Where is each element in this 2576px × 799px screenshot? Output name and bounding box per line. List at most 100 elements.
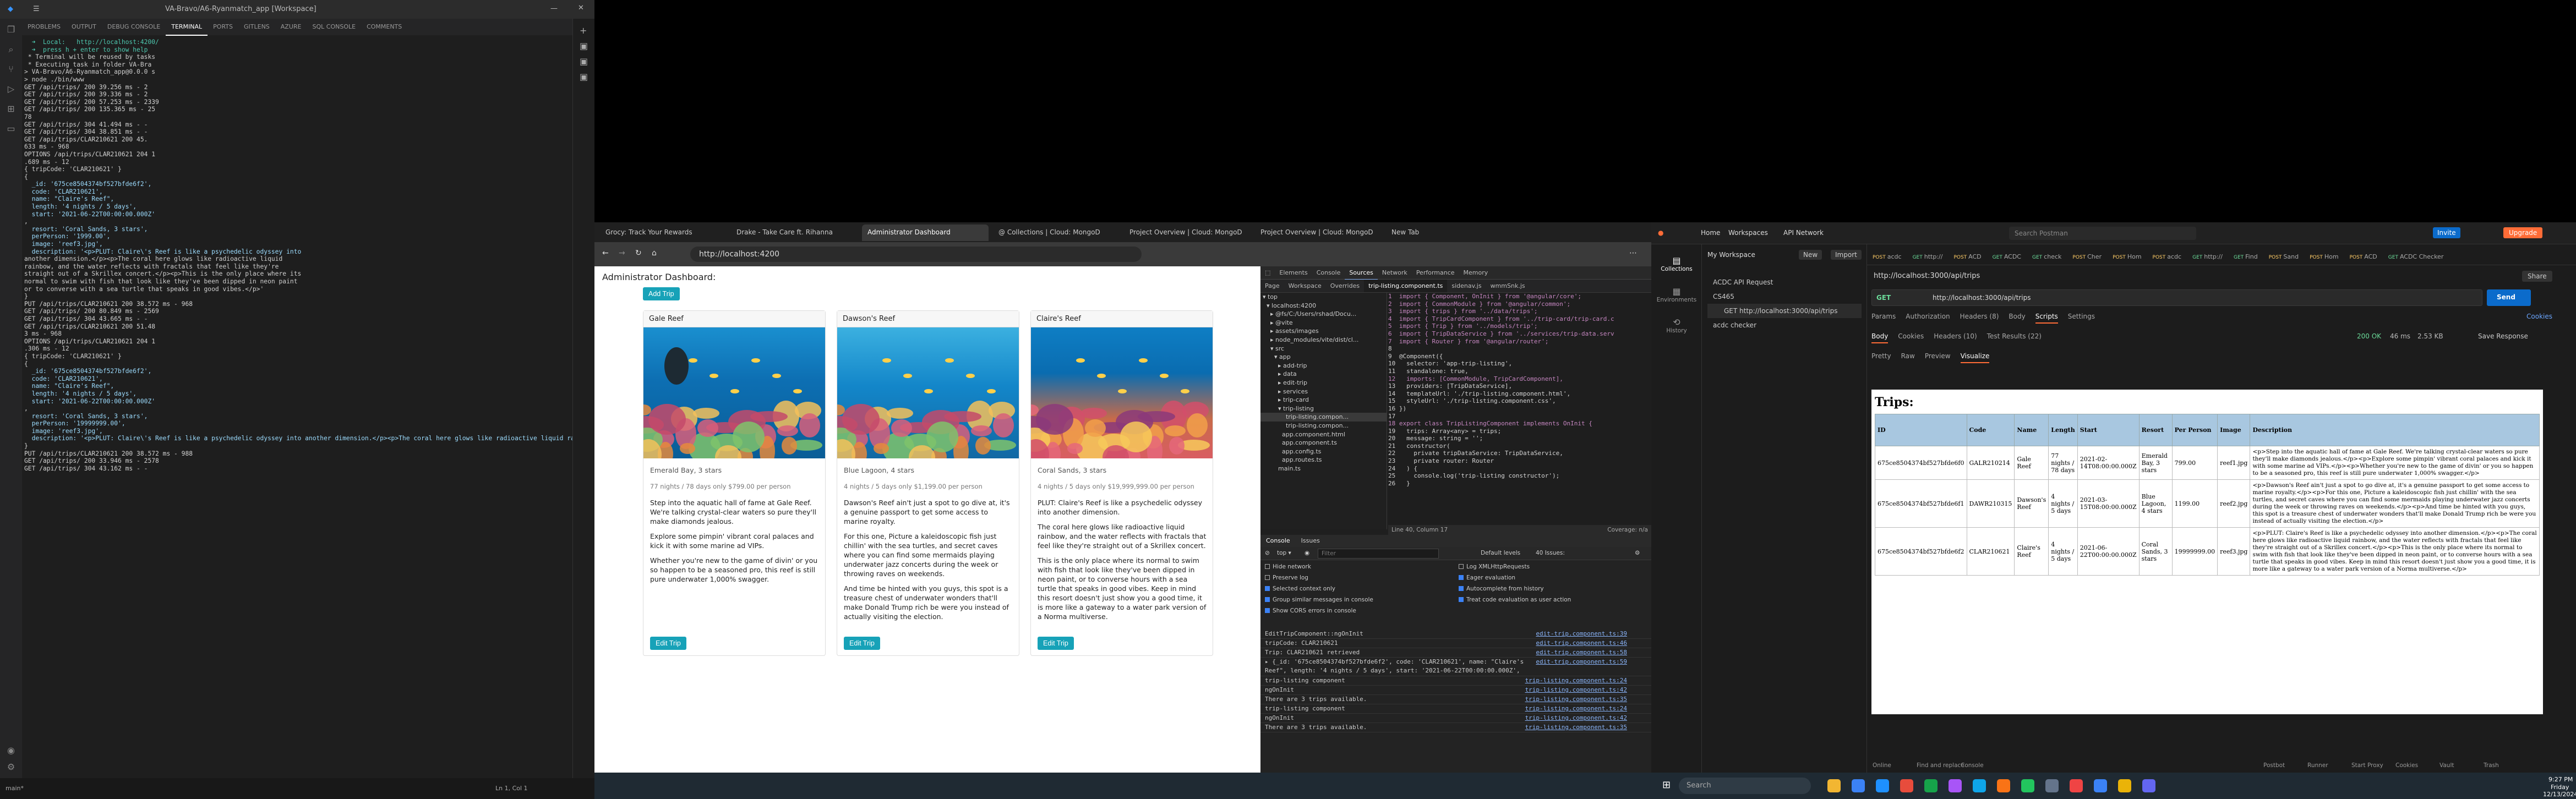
taskbar-search-input[interactable]: Search <box>1679 778 1811 794</box>
issues-count[interactable]: 40 Issues: <box>1536 550 1565 556</box>
browser-tab[interactable]: Administrator Dashboard <box>862 225 989 241</box>
taskbar-app-icon[interactable] <box>1827 779 1841 792</box>
tab-params[interactable]: Params <box>1871 313 1896 320</box>
tab-authorization[interactable]: Authorization <box>1906 313 1950 320</box>
message-source-link[interactable]: edit-trip.component.ts:59 <box>1536 658 1627 666</box>
footer-item[interactable]: Vault <box>2439 762 2454 769</box>
request-tab[interactable]: POST Cher <box>2067 249 2107 265</box>
file-tree[interactable]: ▾ top ▾ localhost:4200 ▸ @fs/C:/Users/rs… <box>1260 293 1387 529</box>
levels-select[interactable]: Default levels <box>1481 550 1520 556</box>
forward-icon[interactable]: → <box>619 249 625 258</box>
panel-tab[interactable]: AZURE <box>275 19 307 35</box>
request-tab[interactable]: POST Sand <box>2263 249 2304 265</box>
tree-item[interactable]: main.ts <box>1260 464 1387 473</box>
browser-tab[interactable]: @ Collections | Cloud: MongoD <box>993 225 1120 241</box>
clear-console-icon[interactable]: ⊘ <box>1265 550 1270 556</box>
extensions-icon[interactable]: ⊞ <box>6 103 17 114</box>
postman-search-input[interactable]: Search Postman <box>2009 227 2196 240</box>
settings-gear-icon[interactable]: ⚙ <box>6 762 17 773</box>
tab-raw[interactable]: Raw <box>1901 352 1915 360</box>
collection-item[interactable]: CS465 <box>1707 289 1862 304</box>
request-tab[interactable]: GET check <box>2027 249 2067 265</box>
panel-tab[interactable]: TERMINAL <box>166 19 208 36</box>
terminal-icon[interactable]: ▣ <box>580 41 588 51</box>
nav-api-network[interactable]: API Network <box>1783 229 1824 237</box>
console-option[interactable]: Eager evaluation <box>1459 572 1571 583</box>
source-file-tab[interactable]: wmmSnk.js <box>1486 280 1530 292</box>
source-control-icon[interactable]: ⑂ <box>6 64 17 75</box>
request-tab[interactable]: GET Find <box>2228 249 2263 265</box>
message-source-link[interactable]: trip-listing.component.ts:35 <box>1525 695 1627 704</box>
message-source-link[interactable]: trip-listing.component.ts:24 <box>1525 704 1627 713</box>
request-tab[interactable]: GET http:// <box>1907 249 1949 265</box>
nav-workspaces[interactable]: Workspaces <box>1728 229 1768 237</box>
tree-item[interactable]: app.config.ts <box>1260 447 1387 456</box>
footer-item[interactable]: Runner <box>2307 762 2328 769</box>
edit-trip-button[interactable]: Edit Trip <box>1038 637 1074 650</box>
refresh-icon[interactable]: ↻ <box>635 249 642 258</box>
console-filter-input[interactable]: Filter <box>1318 549 1439 559</box>
branch-label[interactable]: main* <box>6 785 24 792</box>
devtools-tab[interactable]: Memory <box>1459 266 1493 279</box>
request-tab[interactable]: GET ACDC Checker <box>2383 249 2449 265</box>
sources-subtab[interactable]: Workspace <box>1284 280 1326 292</box>
tree-item[interactable]: app.component.ts <box>1260 439 1387 447</box>
tab-settings[interactable]: Settings <box>2068 313 2095 320</box>
browser-tab[interactable]: Project Overview | Cloud: MongoD <box>1255 225 1382 241</box>
devtools-tab[interactable]: Sources <box>1345 266 1378 280</box>
tree-item[interactable]: ▸ add-trip <box>1260 362 1387 370</box>
new-button[interactable]: New <box>1799 250 1822 260</box>
account-icon[interactable]: ◉ <box>6 745 17 756</box>
footer-item[interactable]: Cookies <box>2395 762 2418 769</box>
taskbar-app-icon[interactable] <box>2045 779 2059 792</box>
tree-item[interactable]: app.component.html <box>1260 430 1387 439</box>
tree-item[interactable]: trip-listing.compon... <box>1260 413 1387 422</box>
send-button[interactable]: Send <box>2487 289 2531 306</box>
add-terminal-icon[interactable]: + <box>580 25 587 36</box>
save-response-button[interactable]: Save Response <box>2478 332 2528 340</box>
checkbox[interactable] <box>1459 575 1464 580</box>
panel-tab[interactable]: GITLENS <box>238 19 275 35</box>
share-button[interactable]: Share <box>2522 271 2552 282</box>
tree-item[interactable]: ▸ edit-trip <box>1260 379 1387 387</box>
message-source-link[interactable]: edit-trip.component.ts:58 <box>1536 648 1627 657</box>
console-option[interactable]: Group similar messages in console <box>1265 594 1373 605</box>
request-tab[interactable]: GET ACDC <box>1987 249 2027 265</box>
devtools-tab[interactable]: Console <box>1312 266 1345 279</box>
panel-tab[interactable]: OUTPUT <box>66 19 102 35</box>
tree-item[interactable]: ▸ data <box>1260 370 1387 379</box>
taskbar-app-icon[interactable] <box>2142 779 2155 792</box>
windows-start-icon[interactable]: ⊞ <box>1662 779 1671 791</box>
tree-item[interactable]: trip-listing.compon... <box>1260 422 1387 430</box>
address-bar[interactable]: http://localhost:4200 <box>690 247 1142 262</box>
checkbox[interactable] <box>1265 575 1270 580</box>
remote-icon[interactable]: ▭ <box>6 123 17 134</box>
request-tab[interactable]: POST acdc <box>1867 249 1907 265</box>
panel-tab[interactable]: COMMENTS <box>361 19 407 35</box>
devtools-tab[interactable]: Elements <box>1275 266 1312 279</box>
close-icon[interactable]: ✕ <box>578 4 584 12</box>
edit-trip-button[interactable]: Edit Trip <box>844 637 880 650</box>
tab-cookies[interactable]: Cookies <box>1898 332 1924 340</box>
sidebar-item-history[interactable]: ⟲ History <box>1651 317 1702 334</box>
terminal-icon[interactable]: ▣ <box>580 72 588 82</box>
console-option[interactable]: Show CORS errors in console <box>1265 605 1373 616</box>
footer-item[interactable]: Start Proxy <box>2351 762 2383 769</box>
tree-item[interactable]: ▾ src <box>1260 344 1387 353</box>
cursor-position[interactable]: Ln 1, Col 1 <box>495 785 528 792</box>
panel-tab[interactable]: PROBLEMS <box>22 19 66 35</box>
console-option[interactable]: Autocomplete from history <box>1459 583 1571 594</box>
taskbar-app-icon[interactable] <box>1924 779 1938 792</box>
tree-item[interactable]: ▸ services <box>1260 387 1387 396</box>
tree-item[interactable]: ▾ top <box>1260 293 1387 302</box>
invite-button[interactable]: Invite <box>2433 227 2460 238</box>
console-option[interactable]: Selected context only <box>1265 583 1373 594</box>
message-source-link[interactable]: edit-trip.component.ts:46 <box>1536 639 1627 648</box>
taskbar-day[interactable]: Friday <box>2551 784 2569 791</box>
tree-item[interactable]: ▸ trip-card <box>1260 396 1387 404</box>
sidebar-item-collections[interactable]: ▤ Collections <box>1651 255 1702 272</box>
tab-preview[interactable]: Preview <box>1925 352 1951 360</box>
tree-item[interactable]: ▸ @fs/C:/Users/rshad/Docu... <box>1260 310 1387 319</box>
back-icon[interactable]: ← <box>602 249 609 258</box>
cookies-link[interactable]: Cookies <box>2526 313 2552 320</box>
